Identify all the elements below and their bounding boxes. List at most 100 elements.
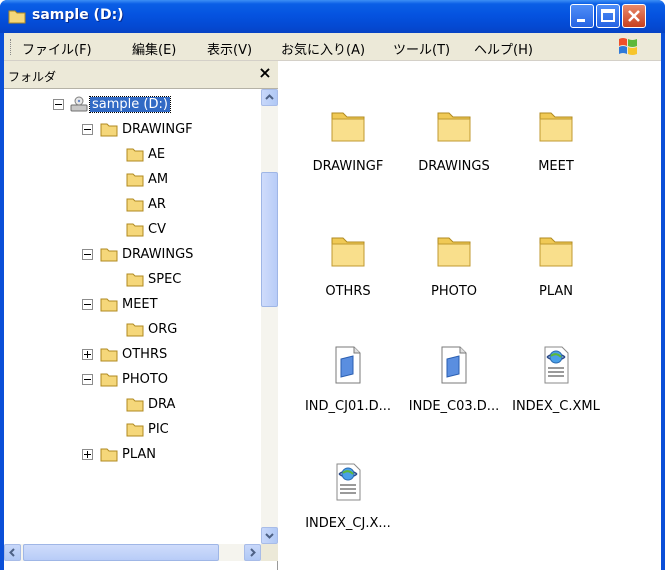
collapse-icon[interactable] (82, 124, 93, 135)
expand-icon[interactable] (82, 349, 93, 360)
tree-item-drawings[interactable]: DRAWINGS (4, 243, 261, 267)
folder-icon (100, 298, 118, 312)
tree-item-label: DRAWINGS (122, 247, 194, 262)
maximize-icon (601, 9, 615, 22)
file-item-othrs[interactable]: OTHRS (293, 230, 403, 320)
file-item-index-c-xml[interactable]: INDEX_C.XML (501, 345, 611, 435)
chevron-left-icon (9, 548, 15, 557)
tree-vertical-scrollbar[interactable] (261, 89, 278, 544)
folder-icon (126, 423, 144, 437)
tree-item-drawingf[interactable]: DRAWINGF (4, 118, 261, 142)
folder-icon (126, 198, 144, 212)
folder-pane: フォルダ × sample (D:) DRAWINGF AE AM AR CV … (4, 61, 278, 570)
tree-item-label: CV (148, 222, 166, 237)
tree-item-othrs[interactable]: OTHRS (4, 343, 261, 367)
file-item-inde-c03[interactable]: INDE_C03.D... (399, 345, 509, 435)
scroll-left-button[interactable] (4, 544, 21, 561)
tree-item-label: AM (148, 172, 169, 187)
folder-icon (126, 323, 144, 337)
tree-item-org[interactable]: ORG (4, 318, 261, 342)
chevron-down-icon (265, 533, 274, 539)
menu-help[interactable]: ヘルプ(H) (474, 39, 533, 58)
tree-item-label: PLAN (122, 447, 156, 462)
tree-item-am[interactable]: AM (4, 168, 261, 192)
minimize-icon (577, 19, 585, 22)
folder-pane-close-button[interactable]: × (256, 63, 274, 82)
file-label: INDEX_C.XML (512, 399, 600, 414)
collapse-icon[interactable] (53, 99, 64, 110)
scroll-right-button[interactable] (244, 544, 261, 561)
file-label: PLAN (539, 284, 573, 299)
scroll-down-button[interactable] (261, 527, 278, 544)
file-item-photo[interactable]: PHOTO (399, 230, 509, 320)
xml-file-icon (544, 346, 569, 384)
file-label: OTHRS (325, 284, 371, 299)
collapse-icon[interactable] (82, 374, 93, 385)
tree-item-pic[interactable]: PIC (4, 418, 261, 442)
tree-item-ar[interactable]: AR (4, 193, 261, 217)
folder-icon (126, 273, 144, 287)
menu-tools[interactable]: ツール(T) (393, 39, 450, 58)
folder-icon (126, 173, 144, 187)
file-label: IND_CJ01.D... (304, 399, 392, 414)
tree-horizontal-scrollbar[interactable] (4, 544, 261, 561)
tree-item-label: PHOTO (122, 372, 169, 387)
file-label: MEET (538, 159, 574, 174)
menu-edit[interactable]: 編集(E) (132, 39, 176, 58)
maximize-button[interactable] (596, 4, 620, 28)
tree-item-plan[interactable]: PLAN (4, 443, 261, 467)
tree-item-label: PIC (148, 422, 169, 437)
tree-item-photo[interactable]: PHOTO (4, 368, 261, 392)
menu-view[interactable]: 表示(V) (207, 39, 252, 58)
folder-icon (331, 237, 365, 267)
tree-item-spec[interactable]: SPEC (4, 268, 261, 292)
document-icon (441, 346, 467, 384)
tree-item-meet[interactable]: MEET (4, 293, 261, 317)
scroll-up-button[interactable] (261, 89, 278, 106)
scroll-thumb[interactable] (23, 544, 219, 561)
close-icon (628, 10, 640, 22)
folder-icon (100, 248, 118, 262)
file-item-drawingf[interactable]: DRAWINGF (293, 105, 403, 195)
collapse-icon[interactable] (82, 249, 93, 260)
tree-item-cv[interactable]: CV (4, 218, 261, 242)
close-button[interactable] (622, 4, 646, 28)
menu-grip[interactable] (10, 39, 13, 55)
tree-item-dra[interactable]: DRA (4, 393, 261, 417)
menu-file[interactable]: ファイル(F) (22, 39, 92, 58)
content-area: フォルダ × sample (D:) DRAWINGF AE AM AR CV … (4, 61, 661, 570)
folder-icon (126, 398, 144, 412)
tree-item-label: MEET (122, 297, 158, 312)
tree-item-label: AR (148, 197, 166, 212)
file-label: INDEX_CJ.X... (305, 516, 391, 531)
file-item-plan[interactable]: PLAN (501, 230, 611, 320)
file-item-index-cj-xml[interactable]: INDEX_CJ.X... (293, 462, 403, 552)
tree-item-label: AE (148, 147, 166, 162)
chevron-up-icon (265, 94, 274, 100)
folder-icon (100, 348, 118, 362)
file-item-ind-cj01[interactable]: IND_CJ01.D... (293, 345, 403, 435)
chevron-right-icon (250, 548, 256, 557)
folder-icon (539, 112, 573, 142)
tree-item-sample[interactable]: sample (D:) (4, 93, 261, 117)
folder-icon (437, 237, 471, 267)
scroll-thumb[interactable] (261, 172, 278, 307)
folder-pane-title: フォルダ (8, 70, 57, 84)
menu-favorites[interactable]: お気に入り(A) (281, 39, 365, 58)
file-item-meet[interactable]: MEET (501, 105, 611, 195)
title-bar[interactable]: sample (D:) (0, 0, 665, 33)
file-label: DRAWINGF (312, 159, 384, 174)
file-item-drawings[interactable]: DRAWINGS (399, 105, 509, 195)
xml-file-icon (336, 463, 361, 501)
tree-item-ae[interactable]: AE (4, 143, 261, 167)
file-label: DRAWINGS (418, 159, 490, 174)
collapse-icon[interactable] (82, 299, 93, 310)
folder-icon (539, 237, 573, 267)
minimize-button[interactable] (570, 4, 594, 28)
expand-icon[interactable] (82, 449, 93, 460)
folder-icon (100, 123, 118, 137)
tree-item-label: DRA (148, 397, 176, 412)
file-label: PHOTO (430, 284, 478, 299)
windows-logo-icon (619, 38, 637, 55)
tree-item-label: OTHRS (122, 347, 168, 362)
